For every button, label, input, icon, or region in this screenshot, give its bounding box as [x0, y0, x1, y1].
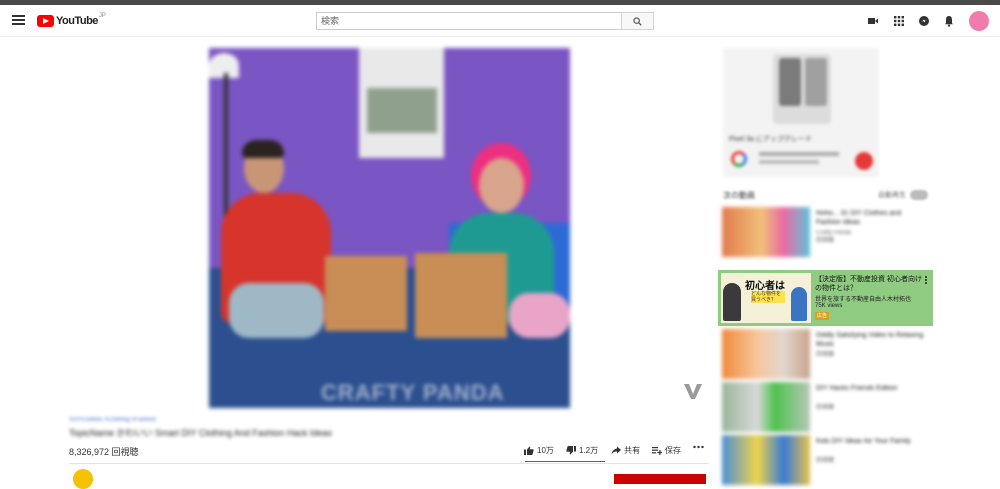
video-thumbnail	[722, 382, 810, 432]
video-camera-icon[interactable]	[867, 15, 879, 27]
google-logo-icon	[731, 151, 747, 167]
like-ratio-bar	[525, 461, 605, 462]
video-meta: Crafty Panda 回視聴	[816, 230, 852, 244]
ad-thumbnail-headline: 初心者は	[745, 281, 785, 292]
video-meta: 回視聴	[816, 458, 835, 464]
menu-icon[interactable]	[10, 11, 28, 29]
thumbs-up-icon	[524, 446, 534, 455]
like-count: 10万	[537, 446, 554, 455]
like-button[interactable]: 10万	[524, 445, 554, 456]
ad-headline: Pixel 3a にアップグレード	[729, 136, 812, 143]
search-button[interactable]	[621, 12, 654, 30]
video-thumbnail	[722, 329, 810, 379]
masthead: YouTube JP 検索	[0, 5, 1000, 37]
video-title: Hoho... 31 DIY Clothes and Fashion Ideas	[816, 210, 902, 226]
search-icon	[633, 16, 642, 26]
view-count: 8,326,972 回視聴	[69, 447, 139, 457]
ad-arrow-button[interactable]	[855, 152, 873, 170]
video-thumbnail	[722, 207, 810, 257]
video-player[interactable]: CRAFTY PANDA	[209, 48, 570, 408]
ad-thumbnail: 初心者は どんな物件を買うべき？	[721, 273, 811, 323]
playlist-add-icon	[652, 447, 662, 455]
share-icon	[611, 446, 621, 455]
list-item[interactable]: Oddly Satisfying Video to Relaxing Music…	[722, 329, 930, 381]
ad-view-count: 75K views	[815, 303, 843, 309]
share-label: 共有	[624, 446, 640, 455]
sponsored-recommendation[interactable]: 初心者は どんな物件を買うべき？ 【決定版】不動産投資 初心者向けの物件とは？ …	[718, 270, 933, 326]
search-input[interactable]: 検索	[316, 12, 631, 30]
logo-country-code: JP	[98, 13, 106, 19]
video-title: DIY Hacks Friends Edition	[816, 385, 898, 392]
dislike-count: 1.2万	[579, 446, 599, 455]
video-hashtags[interactable]: #DIYClothes #Clothing #Fashion	[69, 417, 156, 423]
divider	[69, 463, 709, 464]
up-next-heading: 次の動画	[723, 191, 755, 200]
apps-grid-icon[interactable]	[893, 15, 905, 27]
ad-badge: 広告	[815, 312, 830, 320]
display-ad-card[interactable]: Pixel 3a にアップグレード	[723, 48, 879, 177]
video-meta: 回視聴	[816, 405, 835, 411]
bell-icon[interactable]	[943, 15, 955, 27]
video-meta: 回視聴	[816, 352, 835, 358]
ad-thumbnail-caption: どんな物件を買うべき？	[751, 291, 785, 303]
messages-icon[interactable]	[918, 15, 930, 27]
autoplay-label: 自動再生	[878, 192, 906, 199]
autoplay-toggle[interactable]	[910, 190, 928, 200]
ad-video-title: 【決定版】不動産投資 初心者向けの物件とは？	[815, 276, 922, 292]
channel-avatar[interactable]	[73, 469, 93, 489]
thumbs-down-icon	[566, 446, 576, 455]
channel-watermark-icon[interactable]	[683, 378, 703, 400]
youtube-logo[interactable]: YouTube JP	[37, 13, 106, 29]
subscribe-button[interactable]	[614, 474, 706, 484]
video-watermark-text: CRAFTY PANDA	[321, 380, 505, 405]
video-title: Oddly Satisfying Video to Relaxing Music	[816, 332, 924, 348]
list-item[interactable]: Kids DIY Ideas for Your Family 回視聴	[722, 435, 930, 487]
ad-channel-name: 世界を旅する不動産自由人木村拓也	[815, 297, 912, 303]
more-actions-button[interactable]	[693, 445, 707, 449]
more-horizontal-icon	[693, 445, 704, 449]
more-vertical-icon[interactable]	[924, 275, 928, 287]
list-item[interactable]: DIY Hacks Friends Edition 回視聴	[722, 382, 930, 434]
share-button[interactable]: 共有	[611, 445, 640, 456]
list-item[interactable]: Hoho... 31 DIY Clothes and Fashion Ideas…	[722, 207, 930, 259]
video-title: TopicName かわいい Smart DIY Clothing And Fa…	[69, 428, 332, 438]
dislike-button[interactable]: 1.2万	[566, 445, 598, 456]
save-label: 保存	[665, 446, 681, 455]
avatar[interactable]	[969, 11, 989, 31]
youtube-play-icon	[37, 15, 54, 27]
save-button[interactable]: 保存	[652, 445, 681, 456]
video-title: Kids DIY Ideas for Your Family	[816, 438, 911, 445]
logo-text: YouTube	[56, 15, 98, 27]
